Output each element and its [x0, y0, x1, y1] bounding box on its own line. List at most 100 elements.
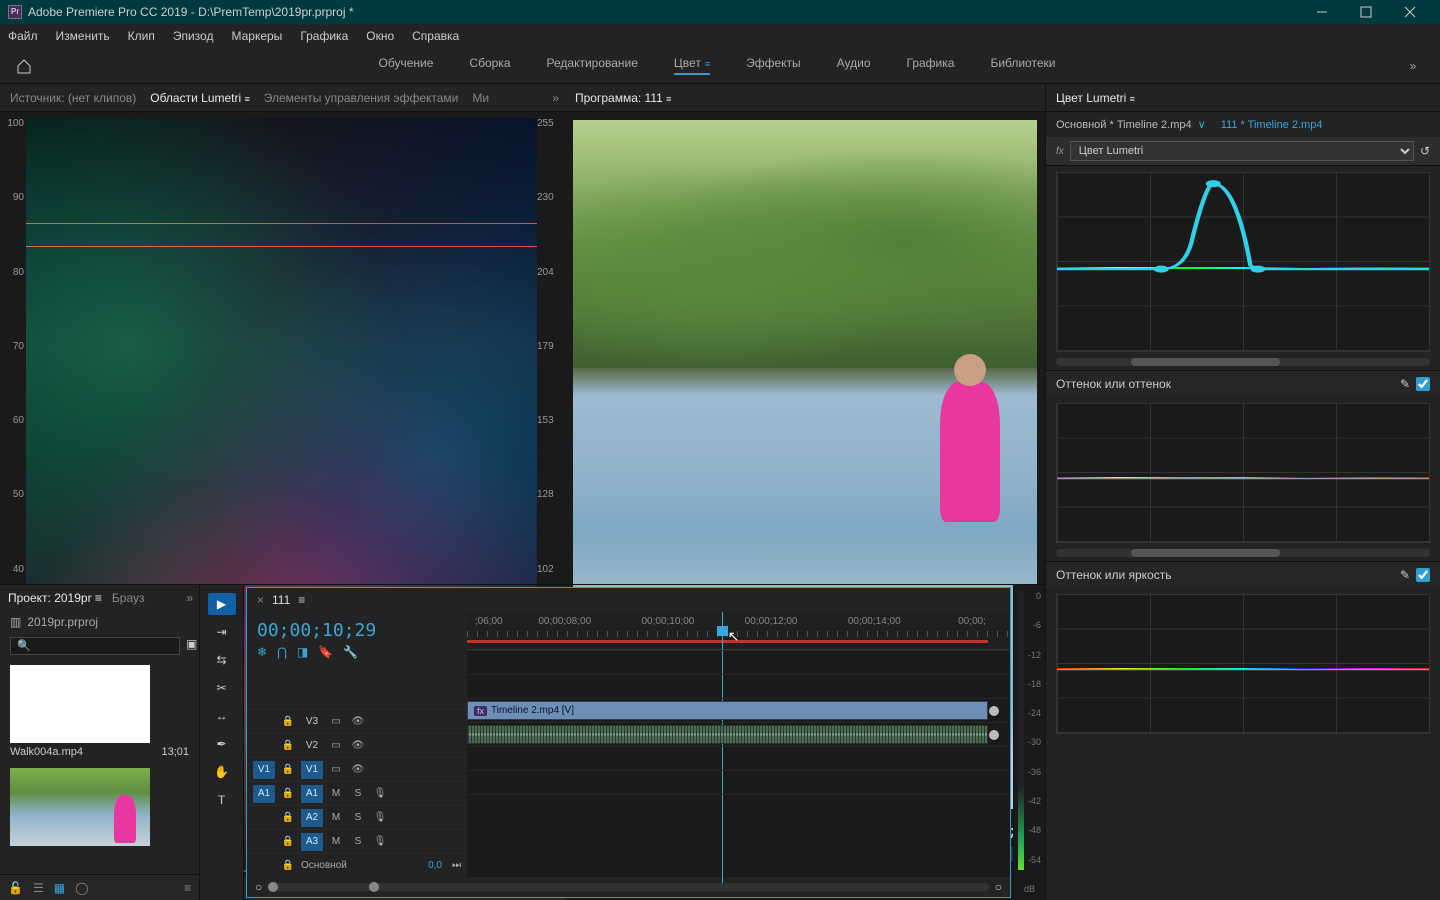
menu-markers[interactable]: Маркеры [231, 29, 282, 43]
project-item[interactable]: Walk004a.mp413;01 [10, 665, 189, 758]
zoom-in-handle[interactable]: ○ [995, 880, 1002, 894]
ripple-tool[interactable]: ⇆ [208, 649, 236, 671]
timeline-ruler[interactable]: ;06;00 00;00;08;00 00;00;10;00 00;00;12;… [467, 612, 1010, 650]
snap-icon[interactable]: ❄ [257, 645, 267, 659]
track-a1[interactable] [467, 722, 1010, 746]
tab-effect-controls[interactable]: Элементы управления эффектами [264, 91, 459, 105]
clip-out-handle[interactable] [989, 706, 999, 716]
track-header-a2[interactable]: 🔒A2MS🎙 [247, 805, 467, 829]
minimize-button[interactable] [1300, 0, 1344, 24]
track-v3[interactable] [467, 650, 1010, 674]
slip-tool[interactable]: ↔ [208, 705, 236, 727]
timeline-zoom-bar[interactable] [268, 883, 989, 891]
track-header-v3[interactable]: 🔒V3▭👁 [247, 709, 467, 733]
close-sequence-icon[interactable]: × [257, 593, 264, 607]
project-menu-icon[interactable]: ≡ [184, 881, 191, 895]
track-v2[interactable] [467, 674, 1010, 698]
zoom-out-handle[interactable]: ○ [255, 880, 262, 894]
curve-hscroll[interactable] [1056, 358, 1430, 366]
audio-clip[interactable] [467, 725, 988, 744]
menu-edit[interactable]: Изменить [56, 29, 110, 43]
reset-effect-icon[interactable]: ↺ [1420, 144, 1430, 158]
fx-badge-icon[interactable]: fx [1056, 146, 1064, 157]
section-toggle-1[interactable] [1416, 377, 1430, 391]
video-clip[interactable]: fxTimeline 2.mp4 [V] [467, 701, 988, 720]
section-toggle-2[interactable] [1416, 568, 1430, 582]
track-master[interactable] [467, 794, 1010, 818]
menu-window[interactable]: Окно [366, 29, 394, 43]
track-v1[interactable]: fxTimeline 2.mp4 [V] [467, 698, 1010, 722]
freeform-view-button[interactable]: ◯ [75, 881, 88, 895]
timeline-timecode[interactable]: 00;00;10;29 [247, 612, 467, 643]
track-header-master[interactable]: 🔒Основной0,0⏭ [247, 853, 467, 877]
skip-icon[interactable]: ⏭ [452, 860, 461, 871]
track-header-a1[interactable]: A1🔒A1MS🎙 [247, 781, 467, 805]
eyedropper-icon[interactable]: ✎ [1400, 377, 1410, 391]
close-button[interactable] [1388, 0, 1432, 24]
lumetri-effect-select[interactable]: Цвет Lumetri [1070, 141, 1414, 161]
track-header-a3[interactable]: 🔒A3MS🎙 [247, 829, 467, 853]
sequence-name[interactable]: 111 [272, 593, 290, 607]
track-select-tool[interactable]: ⇥ [208, 621, 236, 643]
tab-browse[interactable]: Брауз [112, 591, 145, 605]
audio-meter[interactable]: 0-6-12-18-24-30-36-42-48-54 dB [1013, 585, 1045, 900]
pen-tool[interactable]: ✒ [208, 733, 236, 755]
hand-tool[interactable]: ✋ [208, 761, 236, 783]
clip-out-handle[interactable] [989, 730, 999, 740]
workspace-audio[interactable]: Аудио [837, 56, 871, 75]
type-tool[interactable]: T [208, 789, 236, 811]
home-button[interactable] [12, 54, 36, 78]
maximize-button[interactable] [1344, 0, 1388, 24]
workspace-learn[interactable]: Обучение [379, 56, 434, 75]
eyedropper-icon-2[interactable]: ✎ [1400, 568, 1410, 582]
curve-hue-sat[interactable] [1056, 172, 1430, 352]
list-view-button[interactable]: ☰ [33, 881, 44, 895]
workspace-libraries[interactable]: Библиотеки [990, 56, 1055, 75]
clip-thumbnail[interactable] [10, 665, 150, 743]
track-header-v2[interactable]: 🔒V2▭👁 [247, 733, 467, 757]
workspace-overflow-button[interactable]: » [1398, 59, 1428, 73]
menu-help[interactable]: Справка [412, 29, 459, 43]
menu-file[interactable]: Файл [8, 29, 38, 43]
menu-graphics[interactable]: Графика [300, 29, 348, 43]
curve-hue-hue[interactable] [1056, 403, 1430, 543]
project-search-input[interactable] [10, 637, 180, 655]
tab-project[interactable]: Проект: 2019pr ≡ [8, 591, 102, 605]
track-a3[interactable] [467, 770, 1010, 794]
new-bin-icon[interactable]: ▣ [186, 637, 197, 655]
icon-view-button[interactable]: ▦ [54, 881, 65, 895]
tab-extra[interactable]: Ми [472, 91, 489, 105]
wrench-icon[interactable]: 🔧 [343, 645, 358, 659]
tab-lumetri-scopes[interactable]: Области Lumetri ≡ [150, 91, 250, 105]
workspace-assembly[interactable]: Сборка [469, 56, 510, 75]
tab-source[interactable]: Источник: (нет клипов) [10, 91, 136, 105]
track-header-v1[interactable]: V1🔒V1▭👁 [247, 757, 467, 781]
project-lock-icon[interactable]: 🔓 [8, 881, 23, 895]
tag-icon[interactable]: 🔖 [318, 645, 333, 659]
tab-lumetri-color[interactable]: Цвет Lumetri ≡ [1056, 91, 1135, 105]
section-hue-vs-luma[interactable]: Оттенок или яркость ✎ [1046, 561, 1440, 588]
lumetri-clip-link[interactable]: 111 * Timeline 2.mp4 [1221, 119, 1323, 131]
clip-thumbnail[interactable] [10, 768, 150, 846]
source-patch-a1[interactable]: A1 [253, 785, 275, 803]
marker-icon[interactable]: ◨ [297, 645, 308, 659]
link-icon[interactable]: ⋂ [277, 645, 287, 659]
curve-hscroll-2[interactable] [1056, 549, 1430, 557]
curve-hue-luma[interactable] [1056, 594, 1430, 734]
tabs-expand-button[interactable]: » [552, 91, 559, 105]
sequence-menu-icon[interactable]: ≡ [298, 593, 305, 607]
workspace-color[interactable]: Цвет≡ [674, 56, 710, 75]
tab-program[interactable]: Программа: 111 ≡ [575, 91, 671, 105]
workspace-graphics[interactable]: Графика [907, 56, 955, 75]
project-expand-button[interactable]: » [186, 591, 193, 605]
track-a2[interactable] [467, 746, 1010, 770]
project-item[interactable] [10, 768, 189, 846]
workspace-editing[interactable]: Редактирование [547, 56, 638, 75]
menu-sequence[interactable]: Эпизод [173, 29, 214, 43]
menu-clip[interactable]: Клип [128, 29, 155, 43]
section-hue-vs-hue[interactable]: Оттенок или оттенок ✎ [1046, 370, 1440, 397]
selection-tool[interactable]: ▶ [208, 593, 236, 615]
workspace-effects[interactable]: Эффекты [746, 56, 801, 75]
source-patch-v1[interactable]: V1 [253, 761, 275, 779]
razor-tool[interactable]: ✂ [208, 677, 236, 699]
